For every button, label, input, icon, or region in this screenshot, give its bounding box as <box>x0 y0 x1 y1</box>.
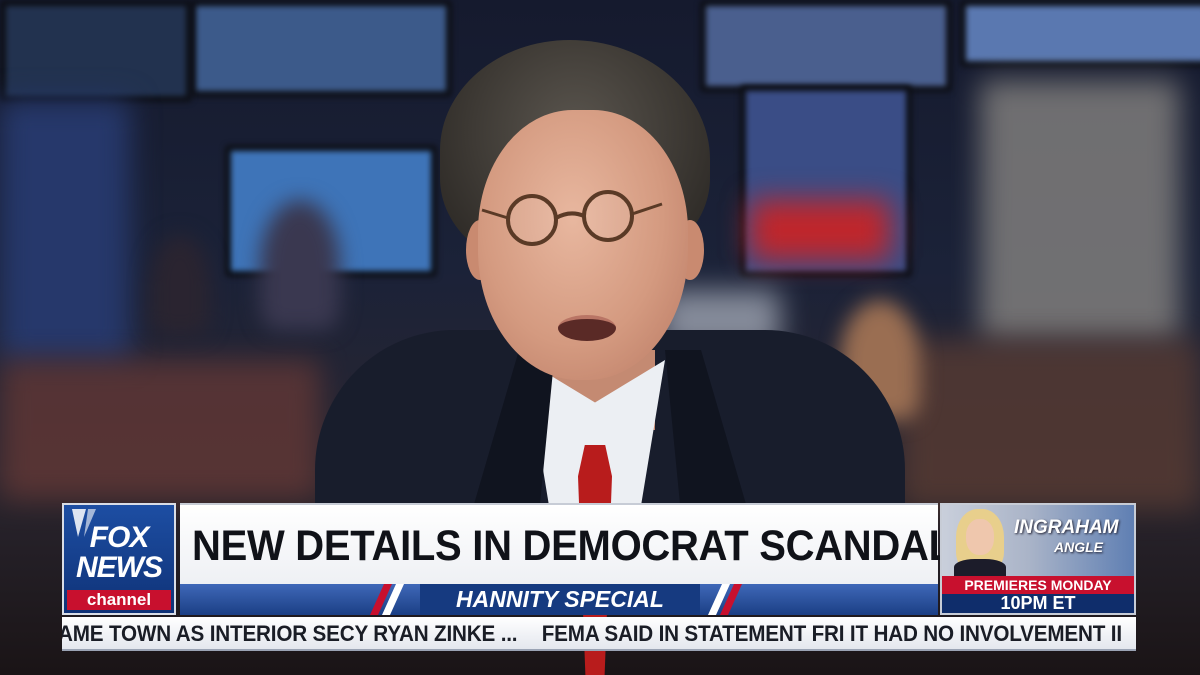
news-ticker: AME TOWN AS INTERIOR SECY RYAN ZINKE ...… <box>62 617 1136 651</box>
headline-text: NEW DETAILS IN DEMOCRAT SCANDALS <box>192 522 980 570</box>
promo-title-line1: INGRAHAM <box>1014 517 1119 538</box>
glasses-icon <box>481 190 663 246</box>
logo-fox-text: FOX <box>89 521 150 554</box>
show-name-text: HANNITY SPECIAL <box>420 584 700 615</box>
promo-premiere-text: PREMIERES MONDAY <box>942 576 1134 594</box>
logo-news-text: NEWS <box>76 551 163 584</box>
promo-image: INGRAHAM ANGLE <box>942 505 1134 579</box>
background-light <box>980 80 1180 340</box>
news-anchor <box>300 30 920 675</box>
promo-title-line2: ANGLE <box>1054 539 1103 555</box>
ingraham-angle-promo: INGRAHAM ANGLE PREMIERES MONDAY 10PM ET <box>940 503 1136 615</box>
background-desk <box>0 360 320 500</box>
ticker-content: AME TOWN AS INTERIOR SECY RYAN ZINKE ...… <box>62 617 1122 649</box>
show-name-bar: HANNITY SPECIAL <box>180 584 938 615</box>
ticker-item: FEMA SAID IN STATEMENT FRI IT HAD NO INV… <box>541 621 1122 646</box>
promo-time-text: 10PM ET <box>1000 593 1076 613</box>
promo-host-portrait <box>948 507 1012 579</box>
ticker-item: AME TOWN AS INTERIOR SECY RYAN ZINKE ... <box>62 621 518 646</box>
background-person <box>150 235 210 335</box>
anchor-mouth <box>558 315 616 341</box>
fox-news-logo: FOX NEWS channel <box>62 503 176 615</box>
broadcast-frame: FOX NEWS channel NEW DETAILS IN DEMOCRAT… <box>0 0 1200 675</box>
logo-channel-text: channel <box>67 590 171 610</box>
background-monitor <box>960 0 1200 67</box>
slash-decoration-icon <box>708 584 742 615</box>
ticker-separator <box>517 621 541 646</box>
background-desk <box>900 340 1200 510</box>
headline-banner: NEW DETAILS IN DEMOCRAT SCANDALS <box>180 503 980 585</box>
promo-host-face <box>966 519 994 555</box>
background-light <box>0 100 130 360</box>
background-monitor <box>0 0 192 102</box>
slash-decoration-icon <box>370 584 404 615</box>
